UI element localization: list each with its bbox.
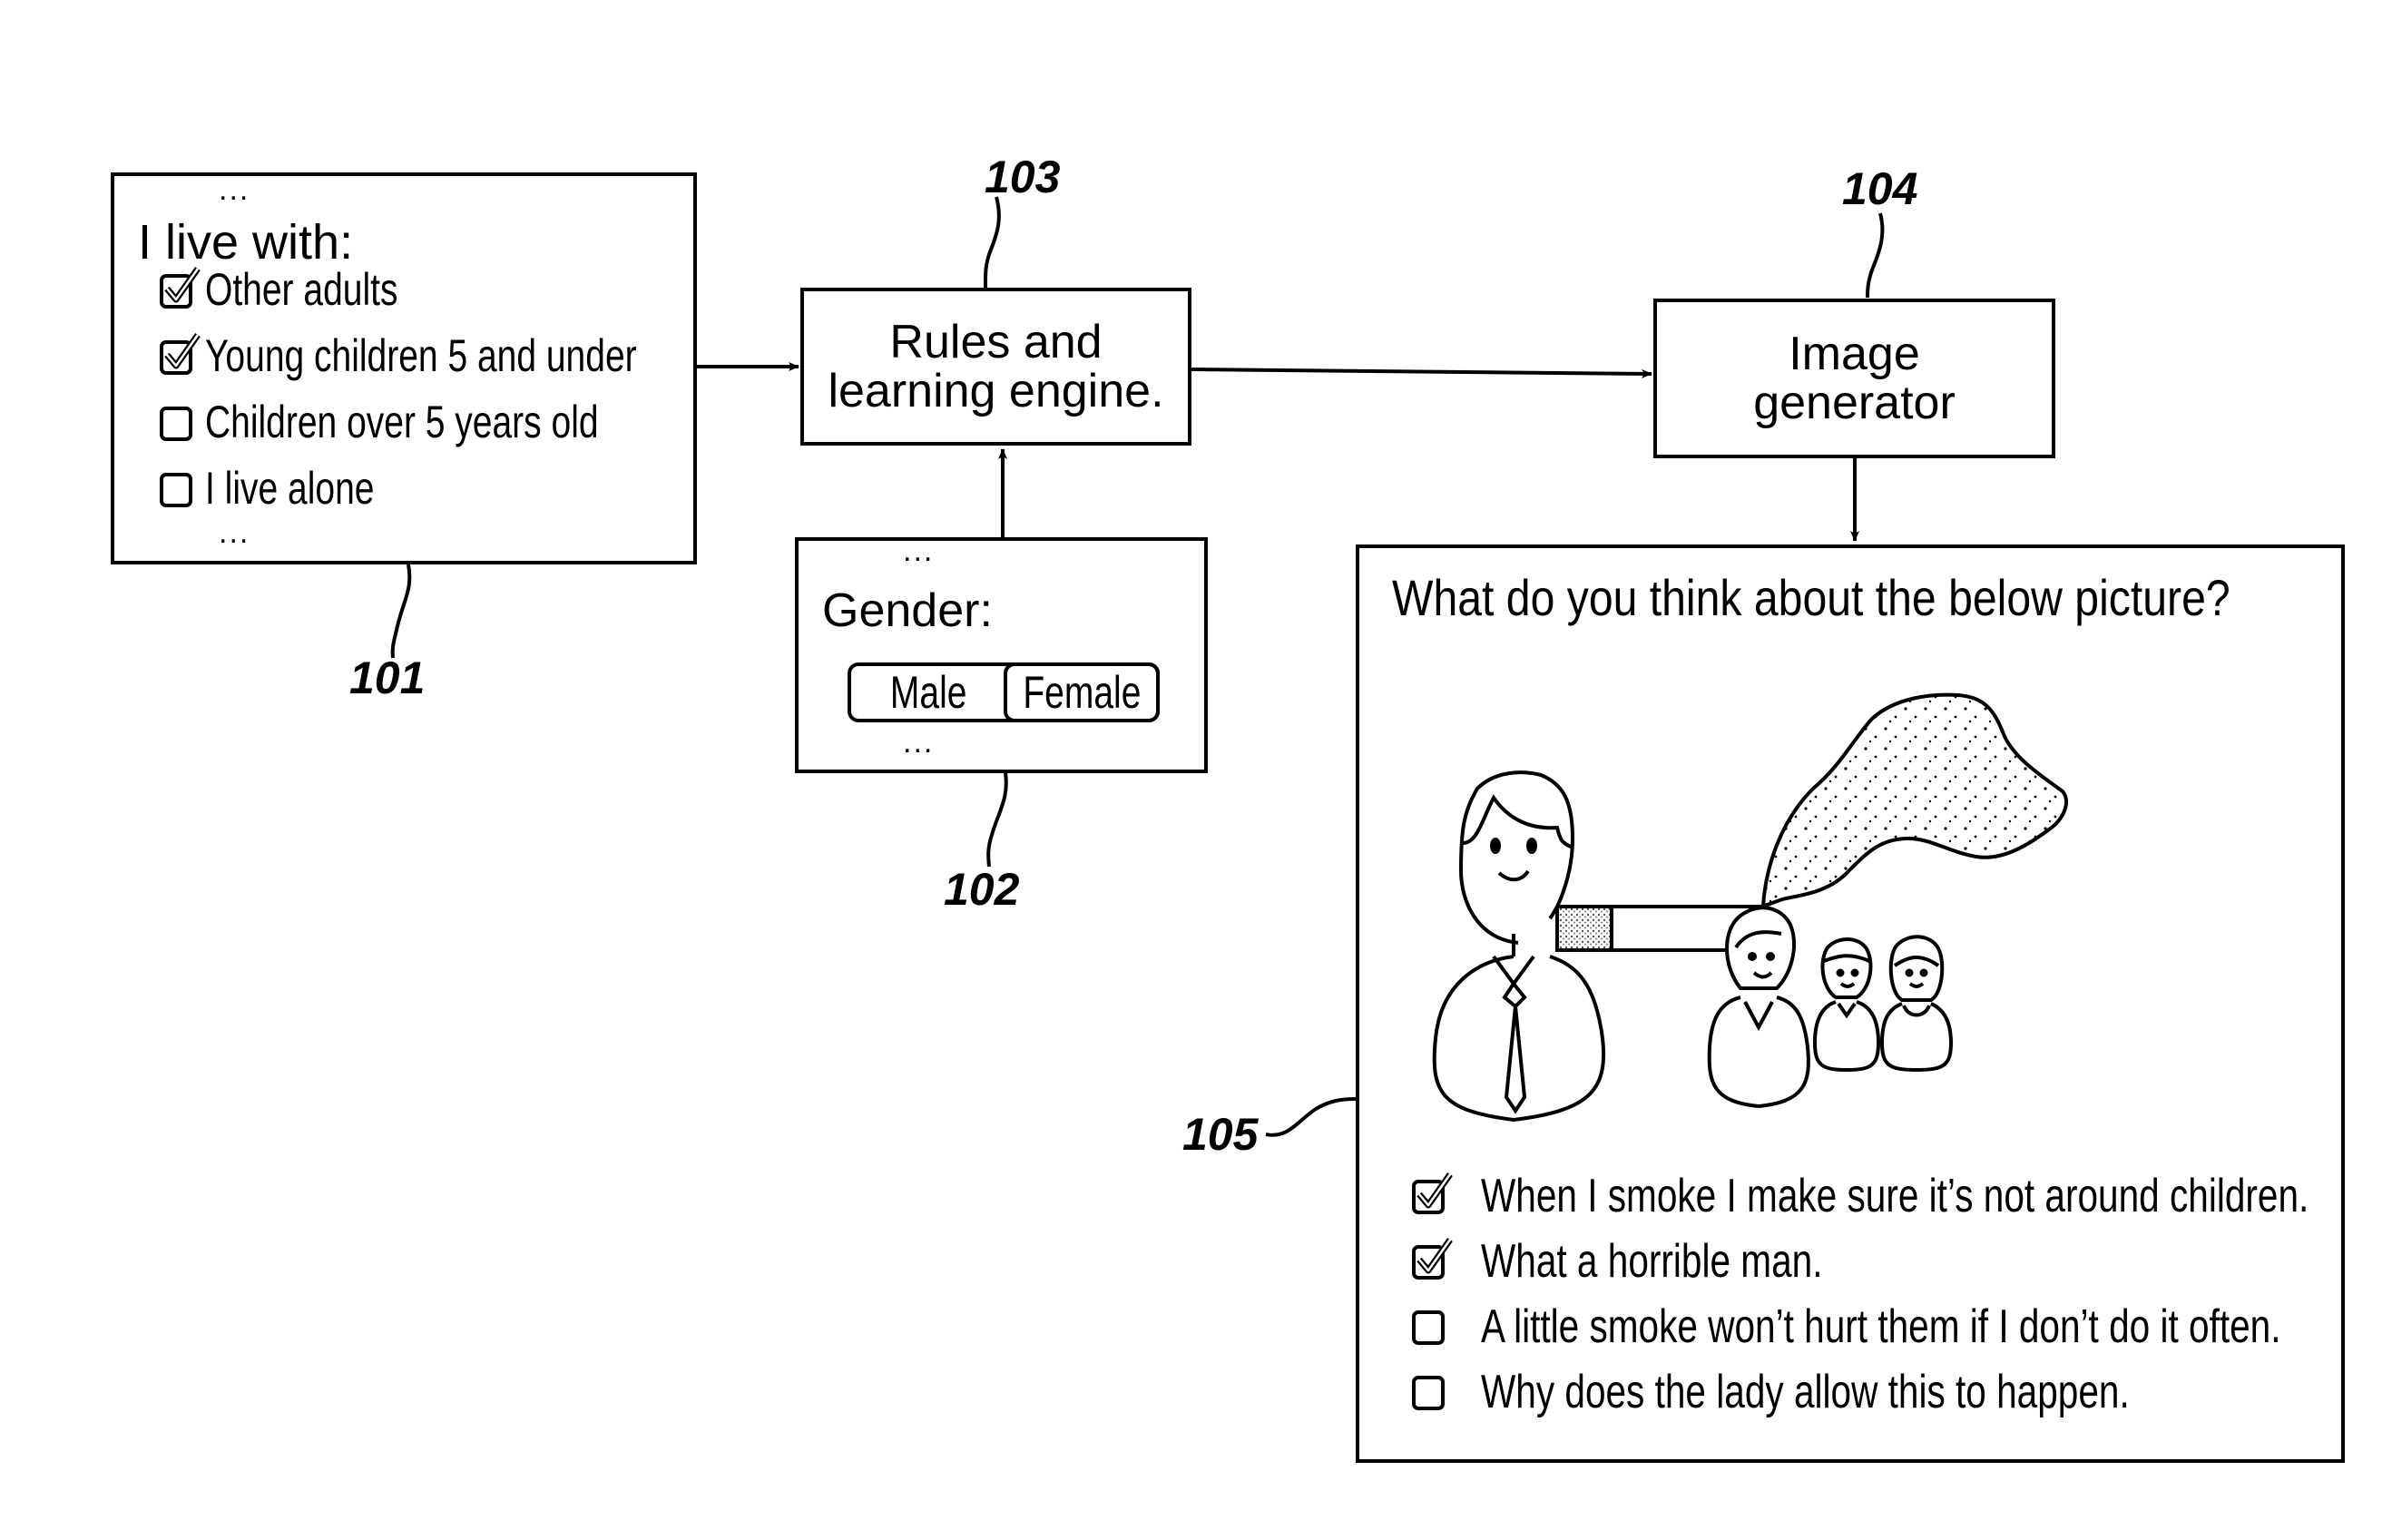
arrow-103-to-104 (1191, 368, 1652, 378)
checkbox-unchecked[interactable] (1412, 1310, 1445, 1345)
leader-103 (983, 196, 1001, 289)
leader-104 (1866, 212, 1885, 299)
reference-103: 103 (985, 152, 1061, 202)
checkbox-option[interactable]: Children over 5 years old (114, 399, 693, 452)
living-situation-panel: ... I live with: Other adults Young child… (111, 172, 697, 564)
checkbox-option-label: Young children 5 and under (205, 330, 637, 381)
reference-105: 105 (1182, 1109, 1259, 1160)
checkbox-option[interactable]: Young children 5 and under (114, 330, 693, 386)
checkbox-option[interactable]: Why does the lady allow this to happen. (1359, 1368, 2341, 1423)
checkbox-option-label: Children over 5 years old (205, 397, 599, 447)
rules-learning-engine-box: Rules and learning engine. (800, 288, 1191, 446)
smoke-cloud (1760, 692, 2068, 908)
checkbox-option[interactable]: What a horrible man. (1359, 1235, 2341, 1292)
leader-105 (1265, 1097, 1357, 1137)
checkbox-option-label: I live alone (205, 463, 375, 514)
reference-101: 101 (349, 652, 426, 703)
checkbox-checked[interactable] (160, 332, 201, 375)
rules-engine-line1: Rules and (889, 315, 1103, 368)
checkbox-option-label: When I smoke I make sure it’s not around… (1481, 1170, 2309, 1222)
generated-question-panel: What do you think about the below pictur… (1356, 544, 2345, 1463)
checkbox-option[interactable]: When I smoke I make sure it’s not around… (1359, 1172, 2341, 1227)
checkbox-option[interactable]: I live alone (114, 466, 693, 518)
gender-panel: ... Gender: Male Female ... (795, 534, 1208, 773)
gender-toggle: Male Female (848, 662, 1160, 722)
gender-title: Gender: (822, 584, 993, 637)
checkbox-option-label: What a horrible man. (1481, 1235, 1823, 1288)
gender-option-male[interactable]: Male (851, 666, 1005, 719)
checkbox-option[interactable]: Other adults (114, 264, 693, 319)
ellipsis-bottom: ... (219, 515, 250, 550)
checkbox-checked[interactable] (1412, 1237, 1453, 1280)
checkbox-option-label: Why does the lady allow this to happen. (1481, 1366, 2130, 1418)
leader-101 (390, 564, 412, 659)
girl-figure (1879, 935, 1954, 1073)
living-situation-title: I live with: (138, 215, 354, 270)
reference-104: 104 (1842, 163, 1918, 214)
image-generator-line1: Image (1789, 327, 1920, 380)
checkbox-unchecked[interactable] (1412, 1376, 1445, 1410)
checkbox-option[interactable]: A little smoke won’t hurt them if I don’… (1359, 1303, 2341, 1358)
rules-engine-line2: learning engine. (828, 365, 1164, 417)
ellipsis-top: ... (903, 534, 935, 568)
leader-102 (986, 772, 1008, 868)
gender-option-female[interactable]: Female (1004, 662, 1160, 722)
child-figure (1812, 937, 1881, 1073)
checkbox-unchecked[interactable] (160, 473, 192, 507)
checkbox-option-label: Other adults (205, 264, 398, 315)
checkbox-option-label: A little smoke won’t hurt them if I don’… (1481, 1300, 2281, 1353)
ellipsis-top: ... (219, 172, 250, 207)
smoking-illustration (1432, 692, 2068, 1123)
image-generator-box: Image generator (1653, 299, 2055, 458)
reference-102: 102 (944, 864, 1020, 915)
checkbox-unchecked[interactable] (160, 407, 192, 441)
question-text: What do you think about the below pictur… (1392, 569, 2230, 626)
image-generator-line2: generator (1753, 377, 1956, 429)
checkbox-checked[interactable] (1412, 1172, 1453, 1214)
checkbox-checked[interactable] (160, 266, 201, 309)
ellipsis-bottom: ... (903, 725, 935, 760)
